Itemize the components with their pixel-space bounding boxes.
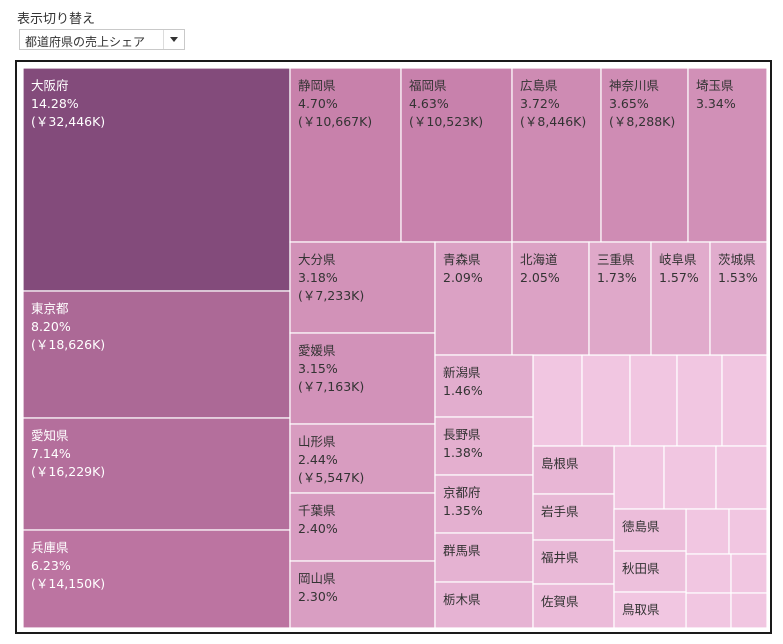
tile-name-label: 島根県 [541, 456, 579, 471]
tile-sales-label: (￥10,667K) [298, 114, 372, 129]
tile-share-label: 3.18% [298, 270, 338, 285]
tile-sales-label: (￥8,288K) [609, 114, 675, 129]
treemap-tile-small[interactable] [581, 354, 631, 447]
tile-sales-label: (￥32,446K) [31, 114, 105, 129]
tile-share-label: 2.44% [298, 452, 338, 467]
tile-name-label: 愛媛県 [298, 343, 336, 358]
tile-name-label: 福井県 [541, 550, 579, 565]
tile-share-label: 1.57% [659, 270, 699, 285]
treemap-tile-small[interactable] [663, 445, 717, 510]
treemap-tile-small[interactable] [685, 508, 730, 555]
tile-sales-label: (￥5,547K) [298, 470, 364, 485]
treemap-tile-small[interactable] [730, 592, 768, 629]
view-switch-dropdown[interactable]: 都道府県の売上シェア [19, 29, 185, 50]
tile-name-label: 東京都 [31, 301, 69, 316]
tile-name-label: 広島県 [520, 78, 558, 93]
tile-share-label: 2.40% [298, 521, 338, 536]
tile-name-label: 岡山県 [298, 571, 336, 586]
tile-name-label: 長野県 [443, 427, 481, 442]
tile-share-label: 4.70% [298, 96, 338, 111]
filter-label: 表示切り替え [17, 12, 96, 27]
tile-name-label: 青森県 [443, 252, 481, 267]
tile-name-label: 山形県 [298, 434, 336, 449]
tile-sales-label: (￥8,446K) [520, 114, 586, 129]
tile-share-label: 1.46% [443, 383, 483, 398]
tile-name-label: 徳島県 [622, 519, 660, 534]
tile-share-label: 1.53% [718, 270, 758, 285]
tile-name-label: 群馬県 [443, 543, 481, 558]
tile-share-label: 1.73% [597, 270, 637, 285]
tile-share-label: 3.72% [520, 96, 560, 111]
treemap-tile-small[interactable] [532, 354, 583, 447]
tile-sales-label: (￥18,626K) [31, 337, 105, 352]
tile-sales-label: (￥14,150K) [31, 576, 105, 591]
tile-name-label: 埼玉県 [696, 78, 734, 93]
dropdown-arrow-button[interactable] [163, 30, 184, 49]
tile-name-label: 大阪府 [31, 78, 69, 93]
tile-sales-label: (￥7,163K) [298, 379, 364, 394]
province-tile-7[interactable] [511, 67, 602, 243]
province-tile-9[interactable] [687, 67, 768, 243]
tile-share-label: 7.14% [31, 446, 71, 461]
tile-share-label: 4.63% [409, 96, 449, 111]
tile-name-label: 愛知県 [31, 428, 69, 443]
treemap-tile-small[interactable] [728, 508, 768, 555]
province-tile-5[interactable] [289, 67, 402, 243]
tile-share-label: 8.20% [31, 319, 71, 334]
tile-name-label: 岐阜県 [659, 252, 697, 267]
province-tile-6[interactable] [400, 67, 513, 243]
tile-name-label: 栃木県 [443, 592, 481, 607]
tile-name-label: 鳥取県 [622, 602, 660, 617]
tile-name-label: 三重県 [597, 252, 635, 267]
treemap-tile-small[interactable] [721, 354, 768, 447]
tile-name-label: 秋田県 [622, 561, 660, 576]
tile-sales-label: (￥10,523K) [409, 114, 483, 129]
treemap-tile-small[interactable] [685, 553, 732, 594]
tile-share-label: 2.05% [520, 270, 560, 285]
tile-name-label: 静岡県 [298, 78, 336, 93]
tile-name-label: 千葉県 [298, 503, 336, 518]
tile-share-label: 2.09% [443, 270, 483, 285]
tile-name-label: 北海道 [520, 252, 558, 267]
treemap-frame: 大阪府 14.28% (￥32,446K) 東京都 8.20% (￥18,626K) 愛知県… [15, 60, 772, 634]
tile-sales-label: (￥16,229K) [31, 464, 105, 479]
tile-name-label: 岩手県 [541, 504, 579, 519]
tile-share-label: 14.28% [31, 96, 79, 111]
tile-name-label: 兵庫県 [31, 540, 69, 555]
tile-name-label: 佐賀県 [541, 594, 579, 609]
tile-share-label: 1.35% [443, 503, 483, 518]
tile-name-label: 大分県 [298, 252, 336, 267]
treemap-chart: 大阪府 14.28% (￥32,446K) 東京都 8.20% (￥18,626K) 愛知県… [22, 67, 768, 629]
chevron-down-icon [170, 37, 178, 42]
tile-name-label: 京都府 [443, 485, 481, 500]
treemap-tile-small[interactable] [629, 354, 678, 447]
tile-sales-label: (￥7,233K) [298, 288, 364, 303]
tile-name-label: 神奈川県 [609, 78, 659, 93]
treemap-tile-small[interactable] [685, 592, 732, 629]
tile-name-label: 新潟県 [443, 365, 481, 380]
tile-share-label: 3.15% [298, 361, 338, 376]
tile-share-label: 3.34% [696, 96, 736, 111]
province-tile-8[interactable] [600, 67, 689, 243]
tile-share-label: 2.30% [298, 589, 338, 604]
tile-name-label: 福岡県 [409, 78, 447, 93]
tile-name-label: 茨城県 [718, 252, 756, 267]
tile-share-label: 6.23% [31, 558, 71, 573]
tile-share-label: 1.38% [443, 445, 483, 460]
treemap-tile-small[interactable] [730, 553, 768, 594]
treemap-tile-small[interactable] [715, 445, 768, 510]
dropdown-selected-value: 都道府県の売上シェア [25, 35, 146, 49]
treemap-tile-small[interactable] [613, 445, 665, 510]
tile-share-label: 3.65% [609, 96, 649, 111]
treemap-tile-small[interactable] [676, 354, 723, 447]
